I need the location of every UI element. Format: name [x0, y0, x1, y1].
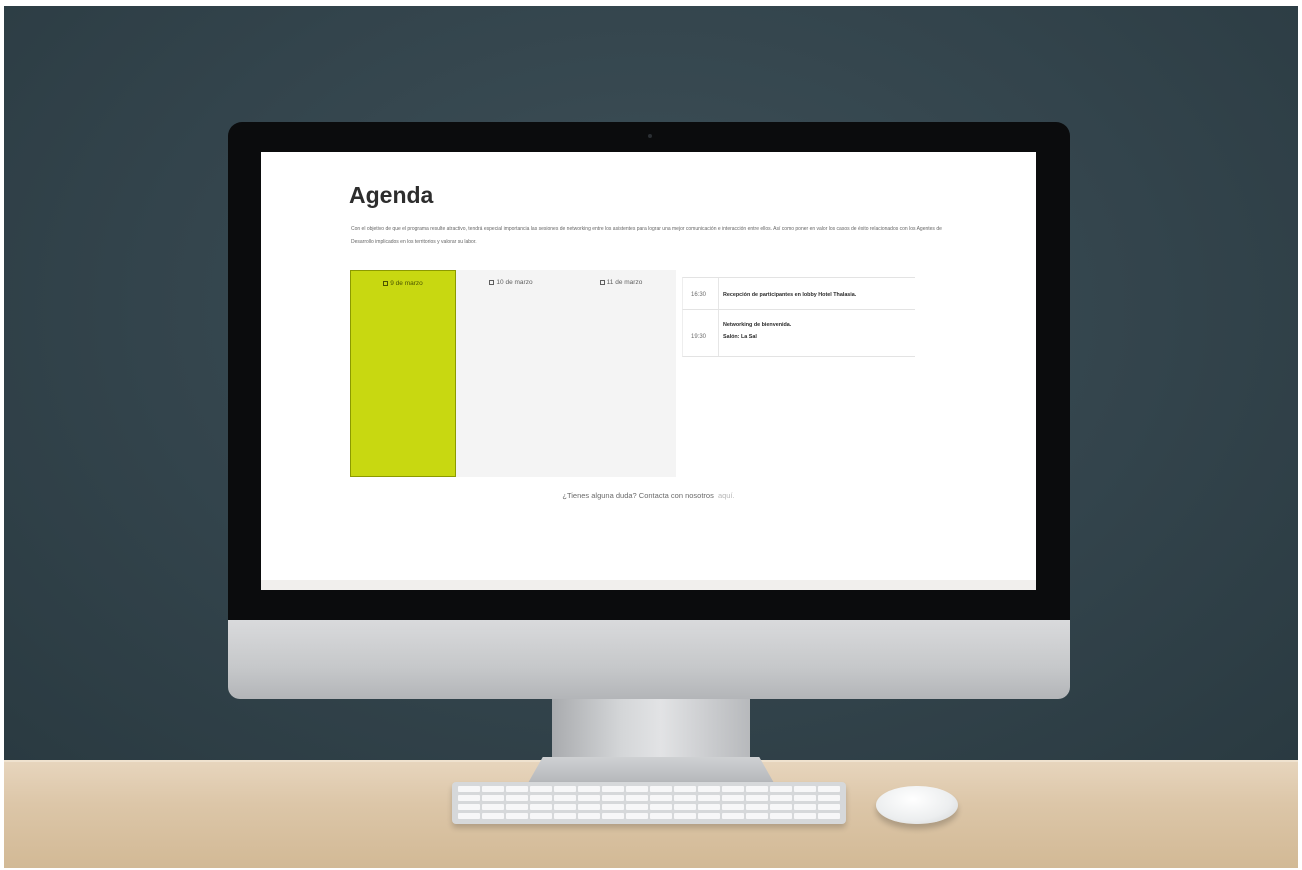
key [770, 813, 792, 819]
key [530, 795, 552, 801]
key [482, 813, 504, 819]
event-time: 19:30 [691, 334, 707, 340]
key [698, 786, 720, 792]
time-column [683, 310, 719, 356]
key [650, 786, 672, 792]
tab-11-marzo[interactable]: 11 de marzo [566, 270, 676, 292]
key [698, 813, 720, 819]
monitor-stand [552, 699, 750, 761]
key [602, 795, 624, 801]
key [578, 813, 600, 819]
screen: Agenda Con el objetivo de que el program… [261, 152, 1036, 590]
key [482, 804, 504, 810]
key [458, 786, 480, 792]
monitor-chin [228, 620, 1070, 699]
key [626, 795, 648, 801]
key [818, 795, 840, 801]
tab-9-marzo[interactable]: 9 de marzo [350, 270, 456, 477]
schedule-list: 16:30 Recepción de participantes en lobb… [682, 277, 915, 357]
key [626, 804, 648, 810]
key [530, 813, 552, 819]
contact-prompt: ¿Tienes alguna duda? Contacta con nosotr… [562, 491, 714, 500]
monitor-stand-base [528, 757, 774, 783]
key [458, 813, 480, 819]
key [674, 813, 696, 819]
key [578, 795, 600, 801]
key [650, 813, 672, 819]
contact-text: ¿Tienes alguna duda? Contacta con nosotr… [261, 491, 1036, 500]
key [818, 786, 840, 792]
key [458, 795, 480, 801]
tab-label: 11 de marzo [606, 279, 643, 286]
key [554, 795, 576, 801]
key [506, 795, 528, 801]
key [626, 786, 648, 792]
key [530, 804, 552, 810]
key [722, 786, 744, 792]
key [722, 804, 744, 810]
key [602, 813, 624, 819]
key [746, 804, 768, 810]
key [554, 804, 576, 810]
tab-label: 10 de marzo [496, 279, 533, 286]
key [650, 804, 672, 810]
page-title: Agenda [349, 182, 434, 208]
key [818, 813, 840, 819]
key [506, 813, 528, 819]
key [674, 795, 696, 801]
mouse [876, 786, 958, 824]
key [650, 795, 672, 801]
key [746, 786, 768, 792]
key [770, 786, 792, 792]
key [746, 795, 768, 801]
key [554, 813, 576, 819]
key [626, 813, 648, 819]
key [482, 786, 504, 792]
key [482, 795, 504, 801]
tab-10-marzo[interactable]: 10 de marzo [456, 270, 566, 292]
key [794, 804, 816, 810]
key [578, 786, 600, 792]
list-item: 19:30 Networking de bienvenida. Salón: L… [682, 310, 915, 357]
calendar-icon [489, 279, 495, 285]
list-item: 16:30 Recepción de participantes en lobb… [682, 277, 915, 310]
event-venue: Salón: La Sal [723, 334, 757, 340]
key [602, 804, 624, 810]
footer-bar [261, 580, 1036, 590]
event-title: Recepción de participantes en lobby Hote… [723, 292, 857, 298]
intro-text: Con el objetivo de que el programa resul… [351, 226, 942, 245]
key [794, 786, 816, 792]
key [698, 795, 720, 801]
key [722, 795, 744, 801]
key [578, 804, 600, 810]
key [458, 804, 480, 810]
tab-label: 9 de marzo [390, 280, 423, 287]
day-tabs: 9 de marzo 10 de marzo 11 de marzo [350, 270, 676, 477]
calendar-icon [383, 280, 389, 286]
key [674, 804, 696, 810]
key [770, 795, 792, 801]
camera-icon [648, 134, 652, 138]
key [746, 813, 768, 819]
key [530, 786, 552, 792]
calendar-icon [599, 279, 605, 285]
key [794, 795, 816, 801]
key [794, 813, 816, 819]
key [506, 804, 528, 810]
event-title: Networking de bienvenida. [723, 322, 792, 328]
contact-link[interactable]: aquí. [718, 491, 735, 500]
key [722, 813, 744, 819]
key [554, 786, 576, 792]
keyboard [452, 782, 846, 824]
key [770, 804, 792, 810]
key [602, 786, 624, 792]
key [506, 786, 528, 792]
event-time: 16:30 [691, 292, 707, 298]
key [698, 804, 720, 810]
key [818, 804, 840, 810]
key [674, 786, 696, 792]
